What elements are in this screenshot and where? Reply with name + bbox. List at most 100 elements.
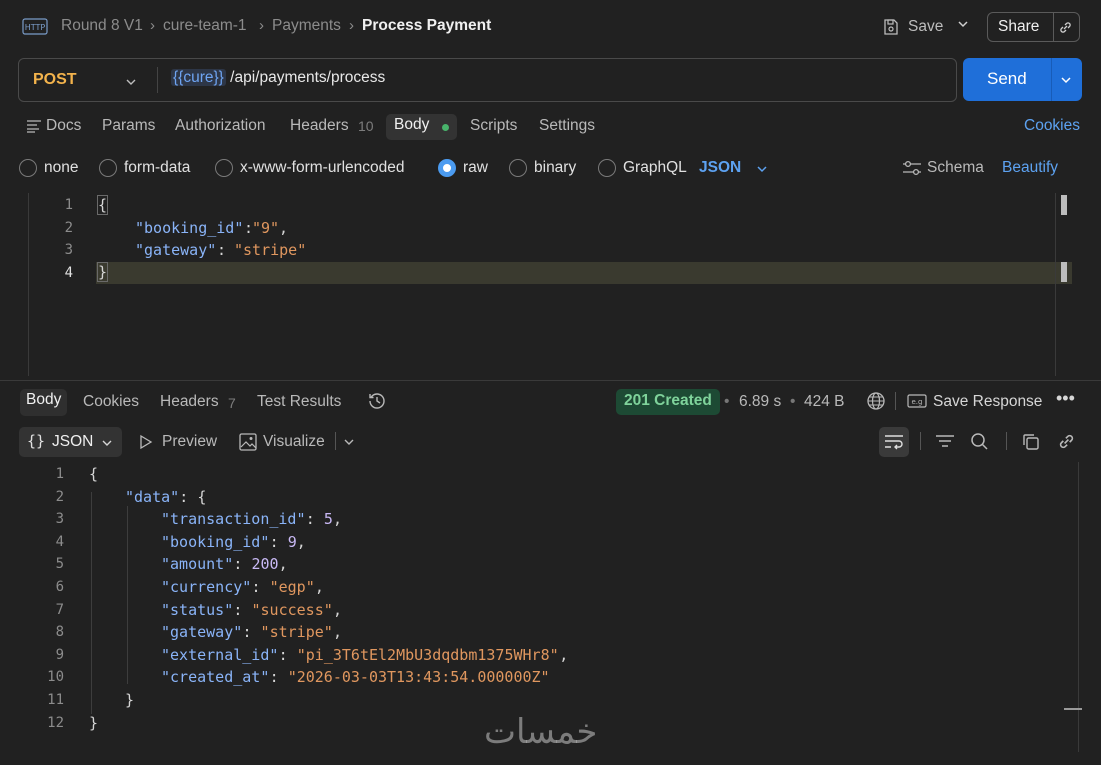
radio-form-data[interactable] bbox=[99, 159, 117, 177]
current-line-highlight bbox=[96, 262, 1072, 284]
share-button[interactable]: Share bbox=[987, 12, 1080, 42]
line-number: 10 bbox=[47, 669, 64, 686]
radio-urlencoded[interactable] bbox=[215, 159, 233, 177]
send-button[interactable]: Send bbox=[963, 58, 1082, 101]
chevron-down-icon[interactable] bbox=[125, 76, 137, 88]
save-dropdown-icon[interactable] bbox=[957, 18, 969, 33]
send-label: Send bbox=[987, 69, 1027, 88]
code-value: "stripe" bbox=[260, 623, 333, 642]
radio-form-data-label: form-data bbox=[124, 159, 191, 176]
url-input[interactable]: {{cure}} /api/payments/process bbox=[171, 69, 385, 87]
image-icon bbox=[239, 433, 257, 451]
copy-icon[interactable] bbox=[1021, 432, 1040, 451]
tab-body[interactable]: Body bbox=[386, 114, 457, 140]
link-icon[interactable] bbox=[1057, 432, 1076, 451]
http-icon: HTTP bbox=[22, 16, 48, 42]
radio-none-label: none bbox=[44, 159, 79, 176]
chevron-down-icon[interactable] bbox=[343, 436, 355, 448]
code-token: } bbox=[125, 691, 135, 709]
format-dropdown[interactable]: {} JSON bbox=[19, 427, 122, 457]
tab-params[interactable]: Params bbox=[102, 117, 155, 135]
code-key: "booking_id" bbox=[135, 219, 244, 237]
schema-button[interactable]: Schema bbox=[927, 159, 984, 177]
radio-binary-label: binary bbox=[534, 159, 577, 176]
response-size: 424 B bbox=[804, 393, 845, 410]
send-dropdown-icon[interactable] bbox=[1060, 74, 1072, 86]
line-number: 9 bbox=[55, 646, 64, 663]
braces-icon: {} bbox=[27, 432, 46, 450]
breadcrumb-item-payments[interactable]: Payments bbox=[272, 17, 341, 35]
method-select[interactable]: POST bbox=[33, 71, 77, 89]
indent-guide bbox=[127, 506, 128, 684]
save-icon bbox=[884, 19, 898, 35]
code-key: "gateway" bbox=[135, 241, 217, 259]
history-icon[interactable] bbox=[367, 391, 387, 411]
code-colon: : bbox=[242, 623, 252, 642]
radio-none[interactable] bbox=[19, 159, 37, 177]
radio-raw[interactable] bbox=[438, 159, 456, 177]
code-value: "pi_3T6tEl2MbU3dqdbm1375WHr8" bbox=[296, 645, 559, 664]
tab-authorization[interactable]: Authorization bbox=[175, 117, 265, 135]
scrollbar-thumb bbox=[1064, 708, 1082, 710]
code-comma: , bbox=[314, 578, 324, 596]
scrollbar-thumb[interactable] bbox=[1061, 195, 1067, 215]
radio-graphql[interactable] bbox=[598, 159, 616, 177]
preview-button[interactable]: Preview bbox=[162, 433, 217, 451]
code-token: } bbox=[96, 262, 109, 282]
scrollbar-thumb bbox=[1061, 262, 1067, 282]
save-response-icon: e.g bbox=[907, 394, 927, 408]
filter-icon[interactable] bbox=[935, 434, 955, 448]
format-label: JSON bbox=[52, 433, 94, 450]
breadcrumb-item-team[interactable]: cure-team-1 bbox=[163, 17, 247, 35]
code-comma: , bbox=[332, 623, 342, 642]
code-colon: : bbox=[233, 600, 243, 619]
response-tab-body[interactable]: Body bbox=[20, 389, 68, 416]
beautify-button[interactable]: Beautify bbox=[1002, 159, 1058, 177]
tab-settings[interactable]: Settings bbox=[539, 117, 595, 135]
radio-binary[interactable] bbox=[509, 159, 527, 177]
pane-divider[interactable] bbox=[0, 380, 1101, 381]
breadcrumb-item-round[interactable]: Round 8 V1 bbox=[61, 17, 143, 35]
code-comma: , bbox=[278, 555, 288, 574]
code-value: "egp" bbox=[269, 578, 315, 596]
wrap-lines-button[interactable] bbox=[879, 427, 909, 457]
search-icon[interactable] bbox=[970, 432, 989, 451]
chevron-right-icon: › bbox=[349, 17, 354, 34]
url-variable[interactable]: {{cure}} bbox=[171, 69, 226, 86]
tab-scripts[interactable]: Scripts bbox=[470, 117, 517, 135]
visualize-button[interactable]: Visualize bbox=[263, 433, 325, 451]
more-options-icon[interactable]: ••• bbox=[1056, 388, 1075, 409]
chevron-down-icon[interactable] bbox=[756, 163, 768, 175]
page-title: Process Payment bbox=[362, 17, 492, 34]
globe-icon[interactable] bbox=[866, 391, 886, 411]
save-button[interactable]: Save bbox=[882, 16, 943, 38]
line-number: 6 bbox=[55, 579, 64, 595]
response-tab-test-results[interactable]: Test Results bbox=[257, 393, 341, 411]
chevron-down-icon bbox=[102, 440, 112, 446]
code-key: "transaction_id" bbox=[161, 510, 306, 529]
code-token: } bbox=[89, 713, 99, 732]
response-tab-headers[interactable]: Headers bbox=[160, 393, 219, 411]
svg-text:e.g: e.g bbox=[912, 398, 923, 406]
response-tab-cookies[interactable]: Cookies bbox=[83, 393, 139, 411]
tab-docs[interactable]: Docs bbox=[46, 117, 81, 135]
chevron-right-icon: › bbox=[150, 17, 155, 34]
indent-guide bbox=[91, 492, 92, 714]
tab-headers[interactable]: Headers bbox=[290, 117, 349, 135]
format-select[interactable]: JSON bbox=[699, 159, 741, 177]
line-number: 4 bbox=[64, 265, 73, 281]
cookies-link[interactable]: Cookies bbox=[1024, 117, 1080, 135]
link-icon bbox=[1060, 22, 1071, 33]
editor-scrollbar[interactable] bbox=[1055, 193, 1056, 376]
code-colon: : bbox=[269, 668, 279, 687]
code-colon: : bbox=[278, 645, 288, 664]
radio-raw-label: raw bbox=[463, 159, 488, 176]
request-body-editor[interactable]: 1 2 3 4 { "booking_id" : "9" , "gateway"… bbox=[0, 193, 1080, 376]
save-response-button[interactable]: Save Response bbox=[933, 393, 1042, 411]
url-path: /api/payments/process bbox=[230, 69, 386, 86]
code-value: "stripe" bbox=[234, 241, 307, 259]
code-value: "2026-03-03T13:43:54.000000Z" bbox=[287, 668, 550, 687]
line-number: 12 bbox=[47, 714, 64, 731]
share-label: Share bbox=[998, 18, 1040, 35]
watermark: خمسات bbox=[484, 712, 598, 752]
